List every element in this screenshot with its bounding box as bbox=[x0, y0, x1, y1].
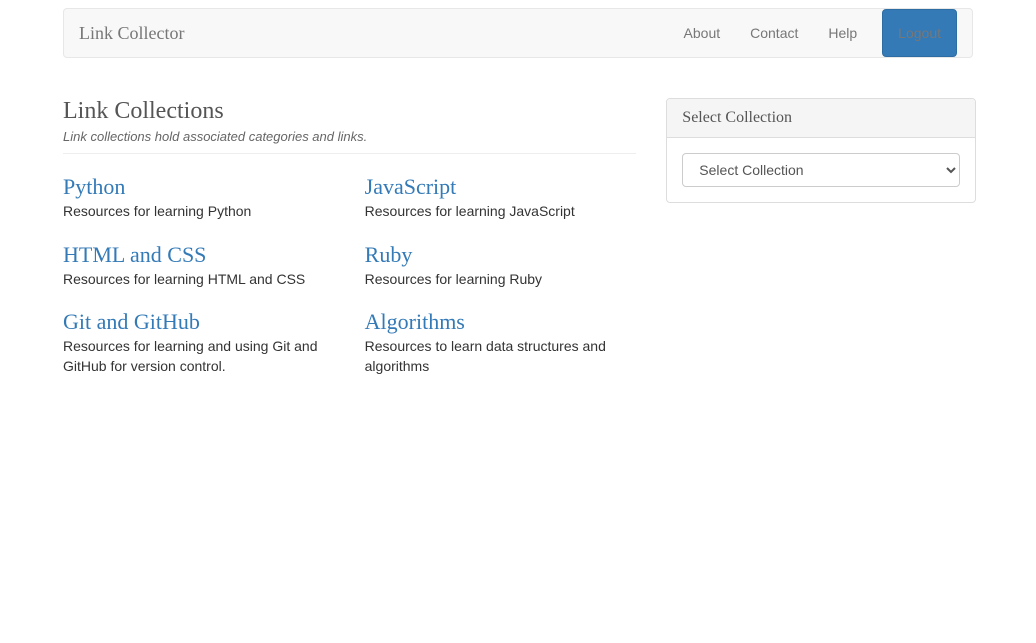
collection-link-javascript[interactable]: JavaScript bbox=[365, 174, 457, 199]
panel-heading: Select Collection bbox=[667, 99, 974, 138]
nav-contact[interactable]: Contact bbox=[735, 10, 813, 56]
collection-desc: Resources for learning Ruby bbox=[365, 270, 637, 290]
collection-select[interactable]: Select Collection bbox=[682, 153, 959, 187]
nav-help[interactable]: Help bbox=[813, 10, 872, 56]
main-content: Link Collections Link collections hold a… bbox=[63, 78, 973, 376]
collection-item: Python Resources for learning Python bbox=[63, 174, 335, 222]
page-header: Link Collections Link collections hold a… bbox=[63, 98, 636, 154]
collection-desc: Resources for learning JavaScript bbox=[365, 202, 637, 222]
collection-link-ruby[interactable]: Ruby bbox=[365, 242, 413, 267]
collection-desc: Resources for learning and using Git and… bbox=[63, 337, 335, 376]
navbar: Link Collector About Contact Help Logout bbox=[63, 8, 973, 58]
collection-item: HTML and CSS Resources for learning HTML… bbox=[63, 242, 335, 290]
collection-link-git-github[interactable]: Git and GitHub bbox=[63, 309, 200, 334]
panel-title: Select Collection bbox=[682, 109, 959, 127]
collection-link-python[interactable]: Python bbox=[63, 174, 125, 199]
logout-button[interactable]: Logout bbox=[882, 9, 957, 57]
collection-link-html-css[interactable]: HTML and CSS bbox=[63, 242, 206, 267]
right-column: Select Collection Select Collection bbox=[666, 78, 975, 376]
navbar-nav: About Contact Help Logout bbox=[669, 9, 957, 57]
collection-item: Ruby Resources for learning Ruby bbox=[365, 242, 637, 290]
page-title: Link Collections bbox=[63, 98, 636, 125]
left-column: Link Collections Link collections hold a… bbox=[63, 78, 636, 376]
collection-desc: Resources for learning Python bbox=[63, 202, 335, 222]
panel-body: Select Collection bbox=[667, 138, 974, 202]
collection-desc: Resources for learning HTML and CSS bbox=[63, 270, 335, 290]
collection-item: JavaScript Resources for learning JavaSc… bbox=[365, 174, 637, 222]
nav-about[interactable]: About bbox=[669, 10, 736, 56]
collection-item: Git and GitHub Resources for learning an… bbox=[63, 309, 335, 376]
collections-grid: Python Resources for learning Python Jav… bbox=[63, 174, 636, 376]
collection-link-algorithms[interactable]: Algorithms bbox=[365, 309, 465, 334]
page-subtitle: Link collections hold associated categor… bbox=[63, 129, 636, 144]
navbar-brand[interactable]: Link Collector bbox=[79, 23, 184, 44]
collection-item: Algorithms Resources to learn data struc… bbox=[365, 309, 637, 376]
select-collection-panel: Select Collection Select Collection bbox=[666, 98, 975, 203]
collection-desc: Resources to learn data structures and a… bbox=[365, 337, 637, 376]
